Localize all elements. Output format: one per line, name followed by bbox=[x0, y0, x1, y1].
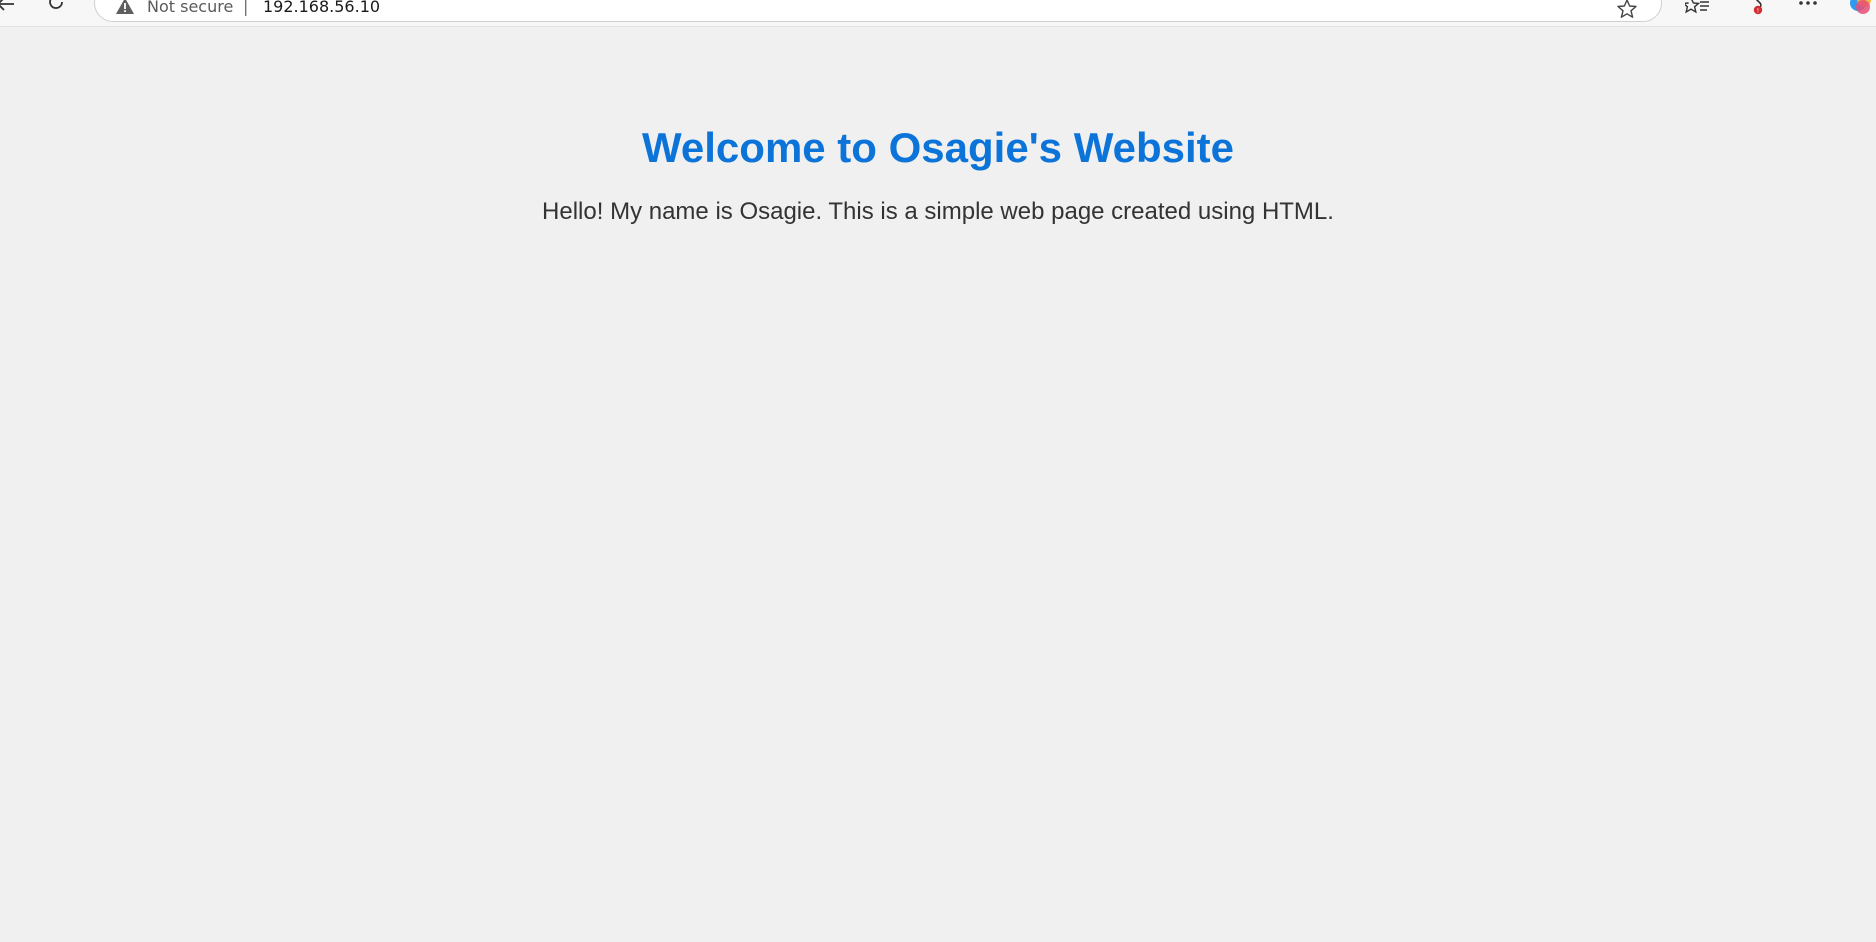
favorites-icon[interactable] bbox=[1685, 0, 1711, 16]
svg-text:!: ! bbox=[1757, 8, 1759, 15]
extensions-icon[interactable]: ! bbox=[1740, 0, 1766, 16]
address-separator: | bbox=[243, 0, 249, 16]
security-status[interactable]: Not secure bbox=[147, 0, 233, 16]
browser-toolbar: Not secure | 192.168.56.10 ! bbox=[0, 0, 1876, 27]
address-bar[interactable]: Not secure | 192.168.56.10 bbox=[94, 0, 1662, 22]
page-content: Welcome to Osagie's Website Hello! My na… bbox=[0, 26, 1876, 942]
intro-paragraph: Hello! My name is Osagie. This is a simp… bbox=[542, 198, 1334, 225]
more-icon[interactable] bbox=[1795, 0, 1821, 16]
warning-icon bbox=[116, 0, 134, 14]
copilot-icon[interactable] bbox=[1848, 0, 1874, 16]
back-arrow-icon[interactable] bbox=[0, 0, 18, 16]
refresh-icon[interactable] bbox=[44, 0, 68, 14]
url-text[interactable]: 192.168.56.10 bbox=[263, 0, 380, 16]
star-icon[interactable] bbox=[1615, 0, 1639, 21]
page-heading: Welcome to Osagie's Website bbox=[642, 124, 1234, 171]
